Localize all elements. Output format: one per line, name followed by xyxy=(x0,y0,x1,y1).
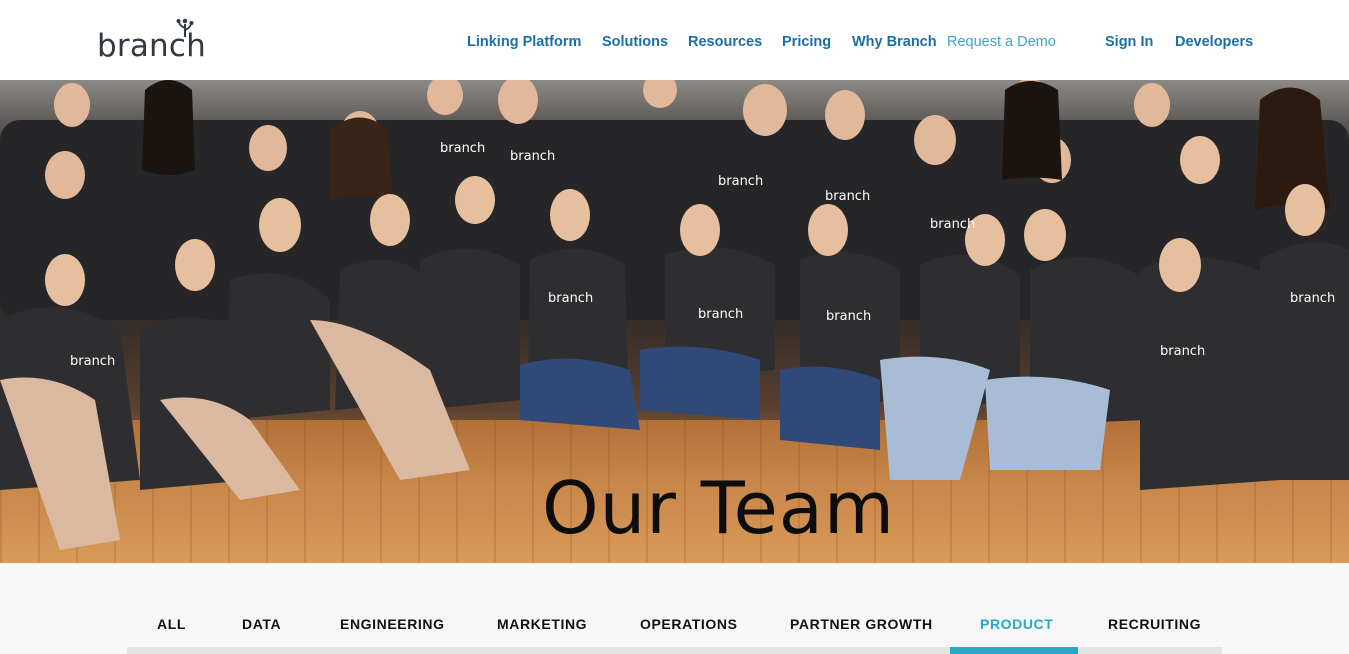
site-header: branch Linking Platform Solutions Resour… xyxy=(0,0,1349,80)
nav-pricing[interactable]: Pricing xyxy=(782,33,831,51)
svg-text:branch: branch xyxy=(548,291,593,306)
tab-operations[interactable]: OPERATIONS xyxy=(640,615,738,633)
svg-text:branch: branch xyxy=(825,189,870,204)
tab-engineering[interactable]: ENGINEERING xyxy=(340,615,445,633)
page-title: Our Team xyxy=(541,466,896,550)
svg-text:branch: branch xyxy=(930,217,975,232)
tab-partner-growth[interactable]: PARTNER GROWTH xyxy=(790,615,933,633)
tab-marketing[interactable]: MARKETING xyxy=(497,615,587,633)
main-nav: Linking Platform Solutions Resources Pri… xyxy=(0,0,1349,80)
hero-banner: branch branch branch branch branch branc… xyxy=(0,80,1349,563)
svg-text:branch: branch xyxy=(1160,344,1205,359)
nav-developers[interactable]: Developers xyxy=(1175,33,1253,51)
nav-linking-platform[interactable]: Linking Platform xyxy=(467,33,581,51)
tab-all[interactable]: ALL xyxy=(157,615,186,633)
team-filter-bar: ALL DATA ENGINEERING MARKETING OPERATION… xyxy=(0,563,1349,654)
nav-resources[interactable]: Resources xyxy=(688,33,762,51)
nav-request-demo[interactable]: Request a Demo xyxy=(947,33,1056,51)
svg-text:branch: branch xyxy=(718,174,763,189)
tab-product[interactable]: PRODUCT xyxy=(980,615,1053,633)
svg-text:branch: branch xyxy=(826,309,871,324)
nav-solutions[interactable]: Solutions xyxy=(602,33,668,51)
svg-text:branch: branch xyxy=(70,354,115,369)
svg-text:branch: branch xyxy=(1290,291,1335,306)
svg-text:branch: branch xyxy=(510,149,555,164)
tab-recruiting[interactable]: RECRUITING xyxy=(1108,615,1201,633)
svg-text:branch: branch xyxy=(698,307,743,322)
tab-data[interactable]: DATA xyxy=(242,615,281,633)
nav-why-branch[interactable]: Why Branch xyxy=(852,33,937,51)
svg-text:branch: branch xyxy=(440,141,485,156)
active-tab-indicator xyxy=(950,647,1078,654)
nav-sign-in[interactable]: Sign In xyxy=(1105,33,1153,51)
